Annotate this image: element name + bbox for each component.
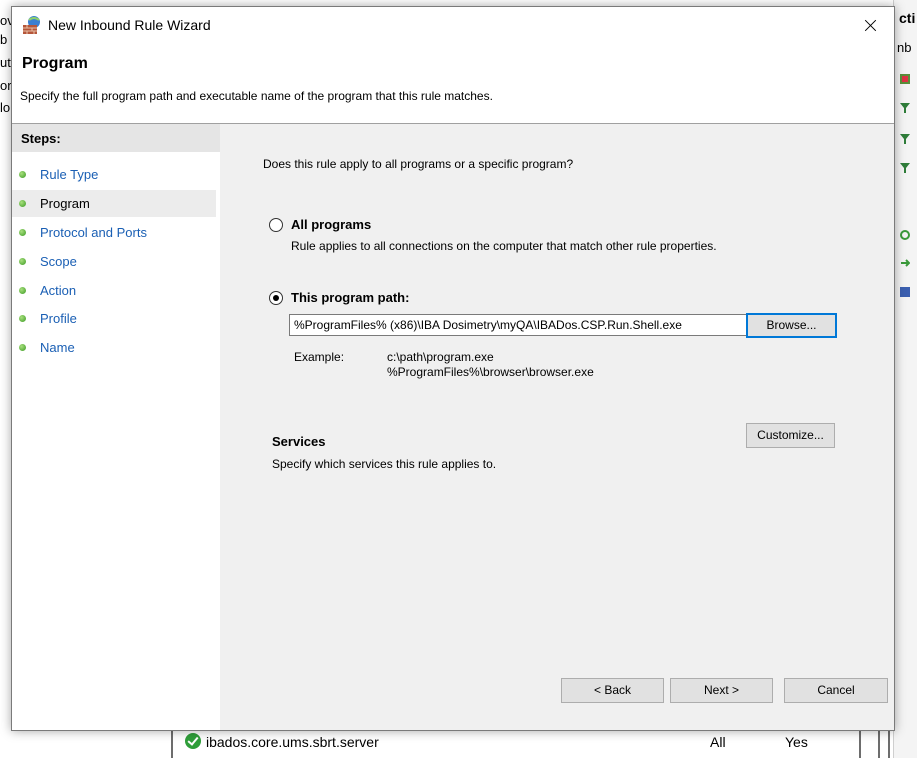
- example-label: Example:: [294, 350, 345, 364]
- dialog-titlebar[interactable]: New Inbound Rule Wizard: [12, 7, 894, 43]
- step-rule-type[interactable]: Rule Type: [12, 161, 216, 188]
- step-label: Program: [40, 196, 90, 211]
- step-status-icon: [19, 171, 26, 178]
- step-label: Scope: [40, 254, 77, 269]
- step-status-icon: [19, 315, 26, 322]
- step-protocol-and-ports[interactable]: Protocol and Ports: [12, 219, 216, 246]
- step-program[interactable]: Program: [12, 190, 216, 217]
- step-name[interactable]: Name: [12, 334, 216, 361]
- steps-header: Steps:: [12, 124, 220, 152]
- help-icon: [900, 287, 910, 297]
- steps-title: Steps:: [21, 131, 61, 146]
- export-icon: [901, 259, 910, 267]
- step-status-icon: [19, 287, 26, 294]
- step-action[interactable]: Action: [12, 277, 216, 304]
- dialog-title: New Inbound Rule Wizard: [48, 17, 211, 33]
- browse-button[interactable]: Browse...: [746, 313, 837, 338]
- all-programs-radio[interactable]: [269, 218, 283, 232]
- background-text: lo: [0, 100, 11, 115]
- step-label: Profile: [40, 311, 77, 326]
- filter-icon: [900, 74, 910, 84]
- step-label: Name: [40, 340, 75, 355]
- next-button[interactable]: Next >: [670, 678, 773, 703]
- background-text: or: [0, 78, 12, 93]
- cancel-button[interactable]: Cancel: [784, 678, 888, 703]
- services-title: Services: [272, 434, 326, 449]
- wizard-header: Program Specify the full program path an…: [12, 43, 894, 124]
- step-status-icon: [19, 229, 26, 236]
- enabled-check-icon: [185, 733, 201, 749]
- step-status-icon: [19, 344, 26, 351]
- program-path-input[interactable]: [289, 314, 752, 336]
- step-scope[interactable]: Scope: [12, 248, 216, 275]
- background-text: ut: [0, 55, 11, 70]
- step-profile[interactable]: Profile: [12, 305, 216, 332]
- new-inbound-rule-wizard-dialog: New Inbound Rule Wizard Program Specify …: [11, 6, 895, 731]
- step-label: Rule Type: [40, 167, 99, 182]
- wizard-body: Steps: Rule Type Program Protocol and Po…: [12, 124, 894, 730]
- step-label: Protocol and Ports: [40, 225, 147, 240]
- rule-enabled: Yes: [785, 734, 808, 750]
- customize-button[interactable]: Customize...: [746, 423, 835, 448]
- program-page-content: Does this rule apply to all programs or …: [222, 124, 894, 730]
- example-path: c:\path\program.exe: [387, 350, 494, 364]
- program-path-label[interactable]: This program path:: [291, 290, 409, 305]
- step-status-icon: [19, 200, 26, 207]
- funnel-icon: [900, 103, 910, 113]
- background-actions-title: cti: [899, 10, 916, 26]
- background-scrollbar: [878, 730, 890, 758]
- close-button[interactable]: [848, 7, 894, 43]
- example-path: %ProgramFiles%\browser\browser.exe: [387, 365, 594, 379]
- rule-profile: All: [710, 734, 726, 750]
- refresh-icon: [900, 230, 910, 240]
- background-actions-panel: [893, 0, 917, 758]
- background-actions-subtitle: nb: [897, 40, 912, 55]
- funnel-icon: [900, 134, 910, 144]
- step-label: Action: [40, 283, 77, 298]
- program-path-radio[interactable]: [269, 291, 283, 305]
- all-programs-description: Rule applies to all connections on the c…: [291, 239, 717, 253]
- firewall-icon: [23, 16, 40, 34]
- all-programs-label[interactable]: All programs: [291, 217, 371, 232]
- page-description: Specify the full program path and execut…: [20, 89, 493, 103]
- rule-name[interactable]: ibados.core.ums.sbrt.server: [206, 734, 379, 750]
- funnel-icon: [900, 163, 910, 173]
- page-title: Program: [22, 55, 88, 72]
- steps-panel: Steps: Rule Type Program Protocol and Po…: [12, 124, 220, 730]
- program-scope-question: Does this rule apply to all programs or …: [263, 157, 574, 171]
- background-text: b: [0, 32, 8, 47]
- services-description: Specify which services this rule applies…: [272, 457, 497, 471]
- step-status-icon: [19, 258, 26, 265]
- back-button[interactable]: < Back: [561, 678, 664, 703]
